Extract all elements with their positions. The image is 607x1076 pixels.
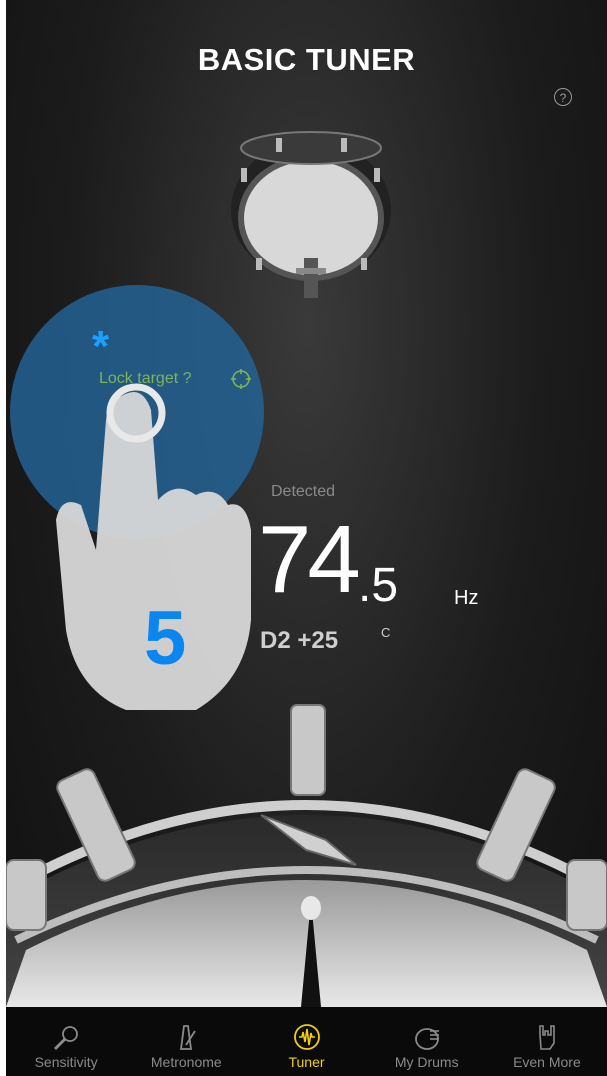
tutorial-marker: *: [92, 322, 110, 371]
tab-label: Tuner: [288, 1054, 325, 1070]
tab-label: My Drums: [394, 1054, 459, 1070]
detected-label: Detected: [271, 483, 336, 500]
drum-icon: [414, 1028, 439, 1050]
frequency-decimal: .5: [358, 559, 399, 612]
tab-label: Metronome: [150, 1054, 222, 1070]
note-readout: D2 +25: [260, 627, 339, 654]
frequency-value: 74: [258, 506, 361, 613]
rock-hand-icon: [539, 1025, 555, 1050]
tuner-wave-icon: [293, 1024, 320, 1050]
microphone-icon: [54, 1026, 78, 1051]
tab-even-more[interactable]: Even More: [487, 1007, 607, 1076]
kick-drum-image: [231, 131, 391, 298]
tab-sensitivity[interactable]: Sensitivity: [6, 1007, 126, 1076]
tab-label: Sensitivity: [34, 1054, 98, 1070]
tab-tuner[interactable]: Tuner: [246, 1007, 366, 1076]
help-button[interactable]: ?: [554, 88, 572, 106]
tab-my-drums[interactable]: My Drums: [367, 1007, 487, 1076]
tab-bar: Sensitivity Metronome Tuner My Drums Eve…: [6, 1007, 607, 1076]
tab-metronome[interactable]: Metronome: [126, 1007, 246, 1076]
step-number: 5: [144, 596, 187, 681]
app-screen: BASIC TUNER ? Detected 74 .5 Hz D2 +25 C…: [6, 0, 607, 1076]
snare-drum-image: [6, 704, 607, 1007]
tab-label: Even More: [513, 1054, 581, 1070]
frequency-unit: Hz: [454, 587, 479, 609]
page-title: BASIC TUNER: [197, 42, 416, 77]
cents-symbol: C: [381, 625, 391, 640]
metronome-icon: [180, 1025, 197, 1050]
